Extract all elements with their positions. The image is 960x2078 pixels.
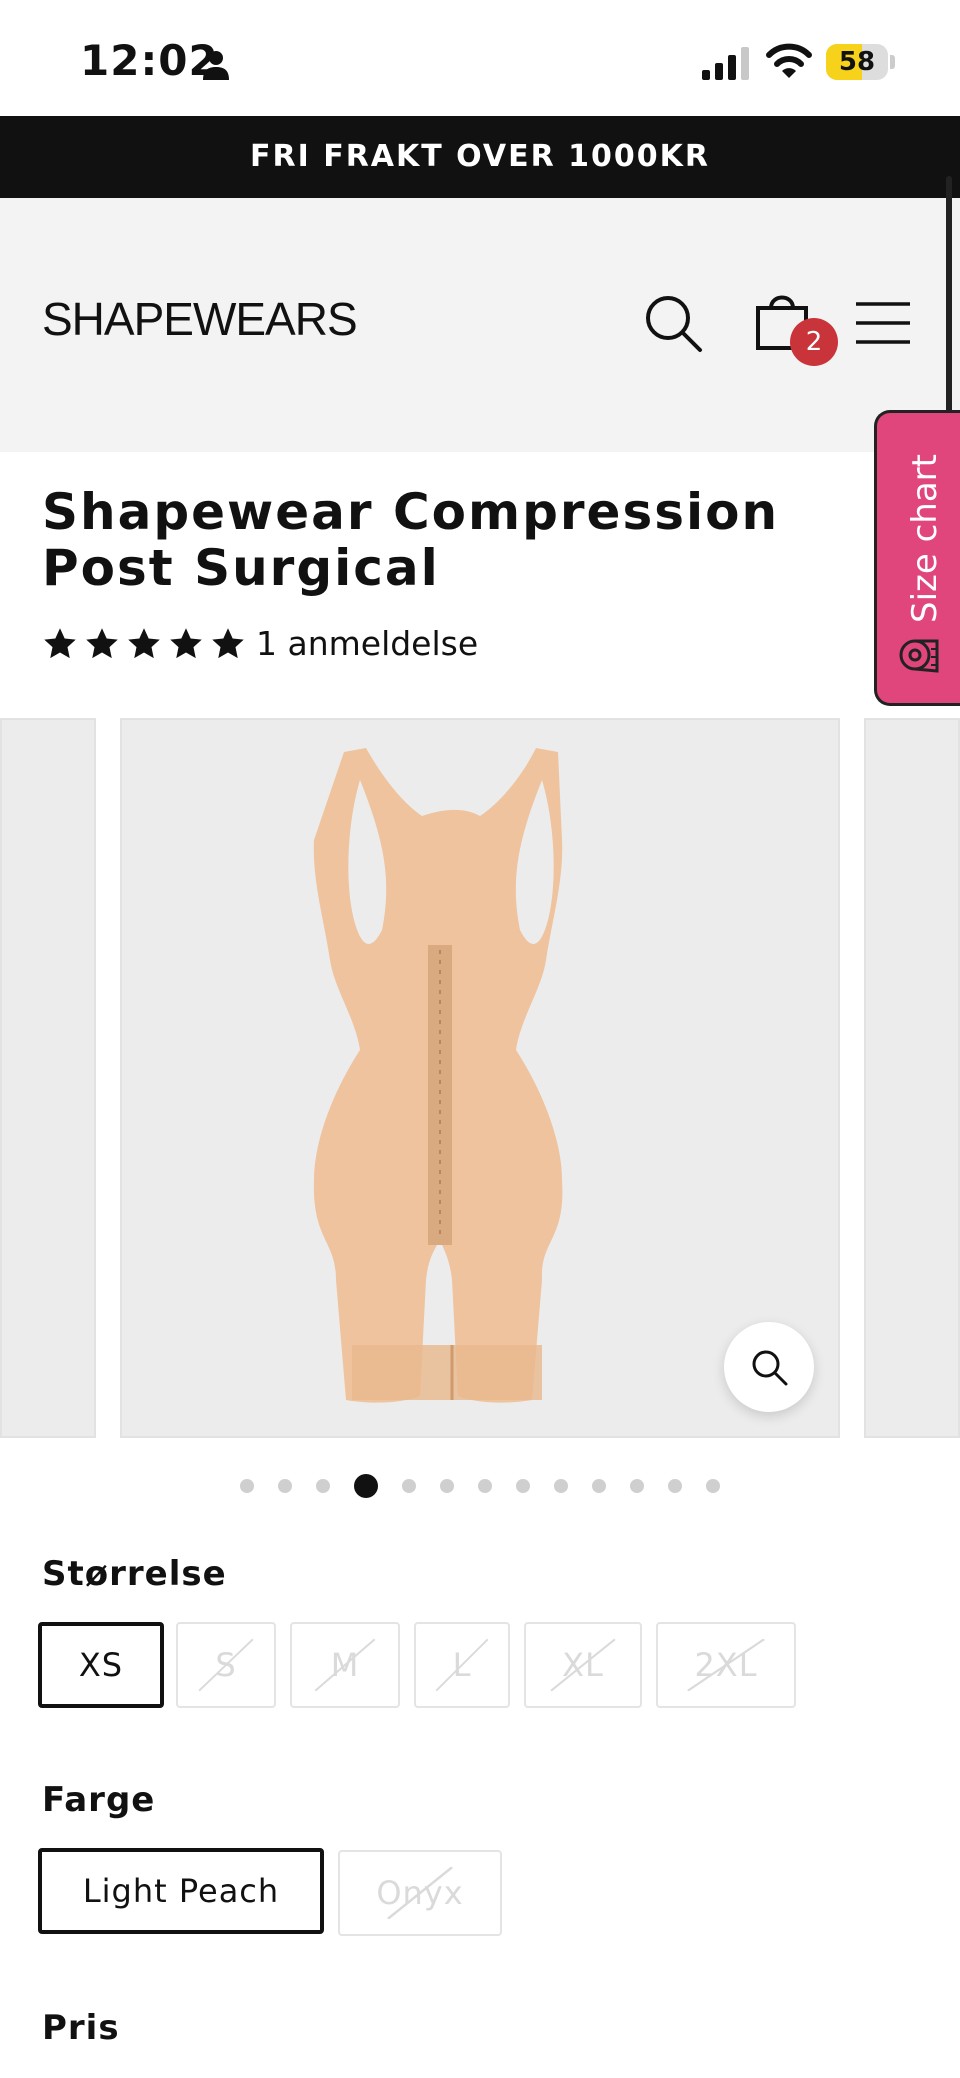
pagination-dot[interactable] [240, 1479, 254, 1493]
star-icon [44, 627, 76, 658]
review-count: 1 anmeldelse [256, 624, 479, 663]
gallery-pagination [0, 1474, 960, 1498]
battery-percent: 58 [838, 47, 876, 77]
pagination-dot[interactable] [440, 1479, 454, 1493]
magnifier-icon [752, 1350, 788, 1386]
status-bar: 12:02 58 [0, 0, 960, 116]
color-option-light-peach[interactable]: Light Peach [38, 1848, 324, 1934]
pagination-dot[interactable] [316, 1479, 330, 1493]
product-image-slide[interactable] [120, 718, 840, 1438]
product-rating[interactable]: 1 anmeldelse [42, 624, 478, 668]
gallery-prev-slide[interactable] [0, 718, 96, 1438]
pagination-dot[interactable] [554, 1479, 568, 1493]
scrollbar-thumb[interactable] [946, 176, 952, 426]
site-header: SHAPEWEARS 2 [0, 198, 960, 452]
pagination-dot[interactable] [668, 1479, 682, 1493]
size-option-xs[interactable]: XS [38, 1622, 164, 1708]
star-icon [170, 627, 202, 658]
battery-indicator: 58 [826, 44, 896, 80]
product-image [313, 748, 563, 1403]
cellular-signal-icon [702, 47, 749, 80]
search-icon[interactable] [640, 290, 706, 356]
hamburger-menu-icon[interactable] [852, 298, 914, 348]
size-option-2xl[interactable]: 2XL [656, 1622, 796, 1708]
size-option-label: Størrelse [42, 1554, 227, 1594]
size-option-m[interactable]: M [290, 1622, 400, 1708]
zoom-button[interactable] [724, 1322, 814, 1412]
pagination-dot[interactable] [354, 1474, 378, 1498]
promo-banner[interactable]: FRI FRAKT OVER 1000KR [0, 116, 960, 198]
pagination-dot[interactable] [402, 1479, 416, 1493]
pagination-dot[interactable] [278, 1479, 292, 1493]
cart-count-badge: 2 [790, 318, 838, 366]
size-chart-label: Size chart [905, 454, 945, 623]
pagination-dot[interactable] [630, 1479, 644, 1493]
pagination-dot[interactable] [592, 1479, 606, 1493]
site-logo[interactable]: SHAPEWEARS [42, 292, 358, 346]
size-option-s[interactable]: S [176, 1622, 276, 1708]
size-option-l[interactable]: L [414, 1622, 510, 1708]
color-option-label: Farge [42, 1780, 156, 1820]
star-icon [86, 627, 118, 658]
person-icon [203, 51, 229, 80]
color-option-onyx[interactable]: Onyx [338, 1850, 502, 1936]
star-icon [128, 627, 160, 658]
price-label: Pris [42, 2008, 120, 2048]
measuring-tape-icon [899, 639, 939, 673]
wifi-icon [766, 43, 812, 78]
size-chart-tab[interactable]: Size chart [874, 410, 960, 706]
product-title: Shapewear Compression Post Surgical [42, 483, 780, 597]
status-time: 12:02 [80, 36, 219, 85]
rating-stars [42, 627, 252, 658]
pagination-dot[interactable] [516, 1479, 530, 1493]
cart-button[interactable]: 2 [744, 286, 840, 370]
pagination-dot[interactable] [478, 1479, 492, 1493]
size-option-xl[interactable]: XL [524, 1622, 642, 1708]
star-icon [212, 627, 244, 658]
gallery-next-slide[interactable] [864, 718, 960, 1438]
pagination-dot[interactable] [706, 1479, 720, 1493]
